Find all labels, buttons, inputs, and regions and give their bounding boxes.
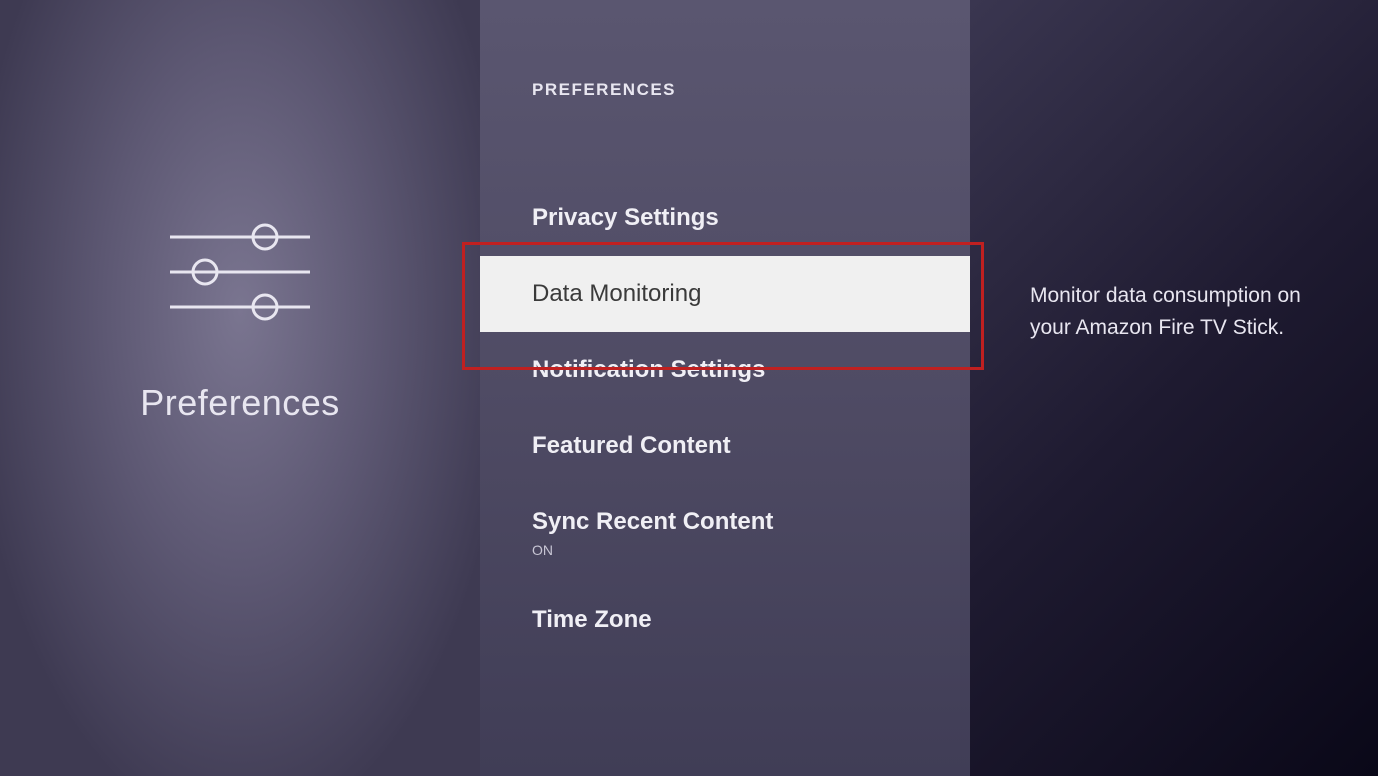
menu-item-data-monitoring[interactable]: Data Monitoring <box>480 256 970 332</box>
menu-item-notification-settings[interactable]: Notification Settings <box>480 332 970 408</box>
left-panel: Preferences <box>0 0 480 776</box>
menu-item-label: Time Zone <box>532 606 918 634</box>
menu-item-time-zone[interactable]: Time Zone <box>480 582 970 658</box>
menu-item-privacy-settings[interactable]: Privacy Settings <box>480 180 970 256</box>
preferences-sliders-icon <box>160 212 320 332</box>
menu-panel: PREFERENCES Privacy Settings Data Monito… <box>480 0 970 776</box>
menu-item-label: Notification Settings <box>532 356 918 384</box>
section-header: PREFERENCES <box>480 80 970 100</box>
menu-item-label: Privacy Settings <box>532 204 918 232</box>
menu-item-label: Sync Recent Content <box>532 508 918 536</box>
menu-item-label: Featured Content <box>532 432 918 460</box>
page-title: Preferences <box>140 382 340 424</box>
menu-item-label: Data Monitoring <box>532 280 918 308</box>
description-panel: Monitor data consumption on your Amazon … <box>970 0 1378 776</box>
menu-item-sync-recent-content[interactable]: Sync Recent Content ON <box>480 484 970 582</box>
menu-item-featured-content[interactable]: Featured Content <box>480 408 970 484</box>
menu-item-subtext: ON <box>532 542 918 558</box>
menu-list: Privacy Settings Data Monitoring Notific… <box>480 180 970 658</box>
item-description: Monitor data consumption on your Amazon … <box>1030 280 1338 343</box>
